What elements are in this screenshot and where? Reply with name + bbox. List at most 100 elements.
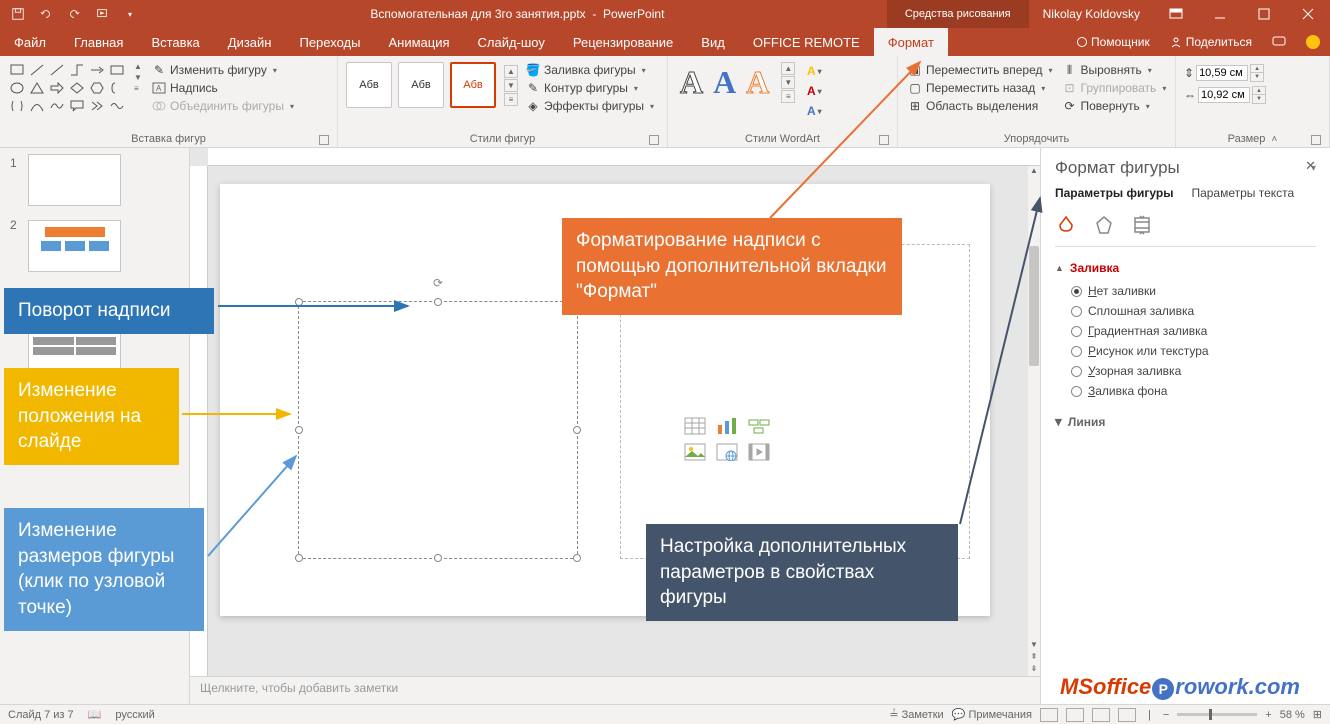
prev-slide-icon[interactable]: ⇞ (1028, 652, 1040, 664)
dialog-launcher-icon[interactable] (1311, 135, 1321, 145)
scroll-down-icon[interactable]: ▼ (1028, 640, 1040, 652)
size-properties-tab-icon[interactable] (1131, 214, 1153, 236)
notes-pane[interactable]: Щелкните, чтобы добавить заметки (190, 676, 1040, 704)
shapes-gallery-expand[interactable]: ▲▼≡ (132, 62, 144, 93)
pane-close-icon[interactable]: ✕ (1305, 158, 1316, 174)
section-fill-header[interactable]: ▲Заливка (1055, 261, 1316, 275)
gallery-nav[interactable]: ▲▼≡ (781, 62, 795, 103)
shape-fill-button[interactable]: 🪣Заливка фигуры▾ (524, 62, 656, 78)
emoji-button[interactable] (1296, 28, 1330, 56)
shape-triangle-icon[interactable] (28, 80, 46, 96)
shape-line2-icon[interactable] (48, 62, 66, 78)
user-name[interactable]: Nikolay Koldovsky (1029, 7, 1154, 21)
fill-none-radio[interactable]: Нет заливки (1071, 281, 1316, 301)
slide-thumbnail[interactable] (28, 154, 121, 206)
pane-tab-shape-options[interactable]: Параметры фигуры (1055, 186, 1173, 200)
tab-view[interactable]: Вид (687, 28, 739, 56)
style-item[interactable]: Абв (398, 62, 444, 108)
effects-tab-icon[interactable] (1093, 214, 1115, 236)
height-input[interactable] (1196, 65, 1248, 81)
text-fill-icon[interactable]: A▾ (805, 62, 823, 80)
shape-oval-icon[interactable] (8, 80, 26, 96)
minimize-icon[interactable] (1198, 0, 1242, 28)
shape-curve-icon[interactable] (28, 98, 46, 114)
shape-rect-icon[interactable] (8, 62, 26, 78)
tab-home[interactable]: Главная (60, 28, 137, 56)
shape-outline-button[interactable]: ✎Контур фигуры▾ (524, 80, 656, 96)
shape-hex-icon[interactable] (88, 80, 106, 96)
tab-insert[interactable]: Вставка (137, 28, 213, 56)
dialog-launcher-icon[interactable] (879, 135, 889, 145)
selection-pane-button[interactable]: ⊞Область выделения (906, 98, 1055, 114)
zoom-in-icon[interactable]: + (1265, 709, 1271, 721)
shape-styles-gallery[interactable]: Абв Абв Абв ▲▼≡ (346, 62, 518, 108)
sorter-view-icon[interactable] (1066, 708, 1084, 722)
wordart-item[interactable]: А (746, 64, 769, 101)
tab-file[interactable]: Файл (0, 28, 60, 56)
resize-handle[interactable] (573, 426, 581, 434)
insert-smartart-icon[interactable] (745, 415, 773, 437)
shape-effects-button[interactable]: ◈Эффекты фигуры▾ (524, 98, 656, 114)
width-input[interactable] (1198, 87, 1250, 103)
vertical-scrollbar[interactable]: ▲ ▼ ⇞ ⇟ (1028, 166, 1040, 676)
rotation-handle-icon[interactable]: ⟳ (433, 276, 443, 290)
shape-freeform-icon[interactable] (48, 98, 66, 114)
scroll-thumb[interactable] (1029, 246, 1039, 366)
shape-block-arrow-icon[interactable] (48, 80, 66, 96)
collapse-ribbon-icon[interactable]: ˄ (1272, 134, 1278, 145)
notes-toggle[interactable]: ≟ Заметки (889, 708, 943, 721)
save-icon[interactable] (6, 2, 30, 26)
text-outline-icon[interactable]: A▾ (805, 82, 823, 100)
align-button[interactable]: ⫴Выровнять▾ (1061, 62, 1169, 78)
next-slide-icon[interactable]: ⇟ (1028, 664, 1040, 676)
insert-picture-icon[interactable] (681, 441, 709, 463)
undo-icon[interactable] (34, 2, 58, 26)
resize-handle[interactable] (434, 298, 442, 306)
zoom-out-icon[interactable]: − (1163, 709, 1169, 721)
redo-icon[interactable] (62, 2, 86, 26)
shape-diamond-icon[interactable] (68, 80, 86, 96)
resize-handle[interactable] (295, 554, 303, 562)
shape-brace-icon[interactable] (108, 80, 126, 96)
close-icon[interactable] (1286, 0, 1330, 28)
tab-format[interactable]: Формат (874, 28, 948, 56)
shape-rect2-icon[interactable] (108, 62, 126, 78)
resize-handle[interactable] (434, 554, 442, 562)
section-line-header[interactable]: ▶Линия (1055, 415, 1316, 429)
reading-view-icon[interactable] (1092, 708, 1110, 722)
language-indicator[interactable]: русский (115, 709, 154, 721)
shape-arrow-icon[interactable] (88, 62, 106, 78)
tell-me-button[interactable]: Помощник (1067, 28, 1160, 56)
feedback-button[interactable] (1262, 28, 1296, 56)
resize-handle[interactable] (295, 298, 303, 306)
shape-star-icon[interactable] (8, 98, 26, 114)
insert-video-icon[interactable] (745, 441, 773, 463)
slide-thumbnail[interactable] (28, 220, 121, 272)
insert-chart-icon[interactable] (713, 415, 741, 437)
height-spinner[interactable]: ▲▼ (1250, 64, 1264, 82)
bring-forward-button[interactable]: ▣Переместить вперед▾ (906, 62, 1055, 78)
wordart-gallery[interactable]: А А А ▲▼≡ (676, 62, 799, 103)
insert-online-picture-icon[interactable] (713, 441, 741, 463)
slideshow-view-icon[interactable] (1118, 708, 1136, 722)
send-backward-button[interactable]: ▢Переместить назад▾ (906, 80, 1055, 96)
text-box-button[interactable]: AНадпись (150, 80, 296, 96)
tab-design[interactable]: Дизайн (214, 28, 286, 56)
zoom-level[interactable]: 58 % (1280, 709, 1305, 721)
qat-dropdown-icon[interactable]: ▾ (118, 2, 142, 26)
gallery-nav[interactable]: ▲▼≡ (504, 65, 518, 106)
dialog-launcher-icon[interactable] (649, 135, 659, 145)
wordart-item[interactable]: А (680, 64, 703, 101)
pane-tab-text-options[interactable]: Параметры текста (1191, 186, 1294, 200)
shape-connector-icon[interactable] (68, 62, 86, 78)
text-effects-icon[interactable]: A▾ (805, 102, 823, 120)
slide-indicator[interactable]: Слайд 7 из 7 (8, 709, 74, 721)
maximize-icon[interactable] (1242, 0, 1286, 28)
share-button[interactable]: Поделиться (1160, 28, 1262, 56)
style-item-selected[interactable]: Абв (450, 62, 496, 108)
scroll-up-icon[interactable]: ▲ (1028, 166, 1040, 178)
tab-animations[interactable]: Анимация (374, 28, 463, 56)
spellcheck-icon[interactable]: 📖 (88, 708, 102, 721)
tab-transitions[interactable]: Переходы (285, 28, 374, 56)
insert-table-icon[interactable] (681, 415, 709, 437)
